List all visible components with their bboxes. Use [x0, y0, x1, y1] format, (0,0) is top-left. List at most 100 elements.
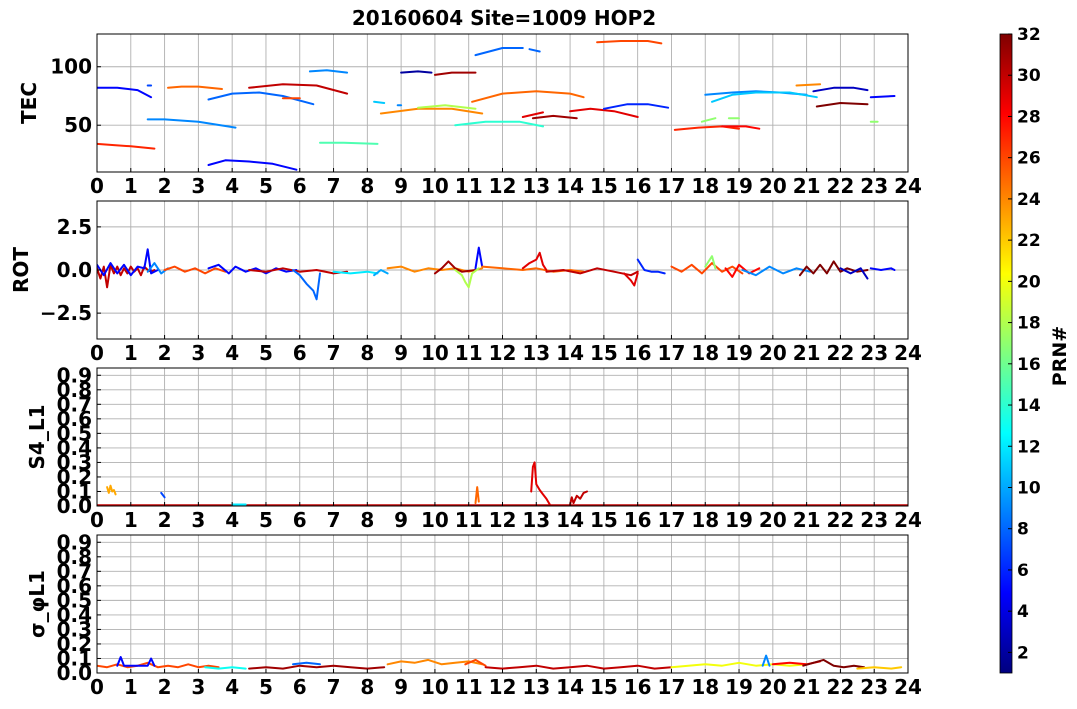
x-tick-label: 15: [590, 675, 618, 699]
colorbar-tick-label: 22: [1017, 231, 1041, 251]
colorbar-tick-label: 24: [1017, 190, 1041, 210]
panel-2: 0 1 2 3 4 5 6 7 8 9 10 11 12 13 14 15 16 17 18 19 20 21 22 23 24…: [9, 200, 922, 365]
series-group: [97, 40, 896, 171]
colorbar-tick-label: 14: [1017, 396, 1041, 416]
series-line-prn-15: [319, 141, 379, 145]
series-line-prn-10: [373, 269, 389, 277]
series-line-prn-25: [471, 90, 585, 103]
x-tick-label: 16: [624, 174, 652, 198]
x-tick-label: 4: [225, 174, 239, 198]
series-line-prn-6: [636, 258, 666, 275]
x-tick-label: 17: [658, 508, 686, 532]
x-tick-label: 24: [894, 675, 922, 699]
series-group: [97, 654, 903, 670]
series-line-prn-31: [248, 664, 386, 670]
x-tick-label: 13: [522, 174, 550, 198]
x-tick-label: 6: [293, 508, 307, 532]
x-tick-label: 24: [894, 341, 922, 365]
series-line-prn-8: [292, 269, 321, 301]
y-tick-label: 2.5: [57, 215, 92, 239]
x-tick-label: 20: [759, 508, 787, 532]
x-tick-label: 24: [894, 174, 922, 198]
x-tick-label: 4: [225, 341, 239, 365]
x-tick-label: 22: [826, 341, 854, 365]
x-tick-label: 2: [158, 341, 172, 365]
y-tick-labels: 0.00.10.20.30.40.50.60.70.80.9: [57, 363, 101, 518]
x-tick-label: 17: [658, 675, 686, 699]
y-axis-label: TEC: [17, 82, 41, 124]
x-tick-label: 13: [522, 675, 550, 699]
x-tick-label: 14: [556, 174, 584, 198]
x-tick-label: 19: [725, 341, 753, 365]
x-tick-label: 0: [90, 174, 104, 198]
x-tick-label: 17: [658, 174, 686, 198]
y-tick-labels: 0.00.10.20.30.40.50.60.70.80.9: [57, 530, 101, 685]
colorbar-label: PRN#: [1049, 326, 1071, 386]
series-line-prn-32: [798, 260, 869, 277]
x-tick-label: 7: [327, 675, 341, 699]
y-tick-label: 50: [64, 113, 92, 137]
series-line-prn-6: [602, 103, 670, 110]
colorbar-tick-label: 26: [1017, 149, 1041, 169]
x-tick-label: 9: [394, 675, 408, 699]
x-tick-label: 10: [421, 174, 449, 198]
series-line-prn-13: [204, 666, 247, 670]
x-tick-label: 8: [360, 508, 374, 532]
x-tick-label: 11: [455, 508, 483, 532]
x-tick-label: 11: [455, 675, 483, 699]
colorbar-tick-label: 20: [1017, 272, 1041, 292]
x-tick-label: 1: [124, 508, 138, 532]
series-line-prn-31: [433, 71, 477, 76]
x-tick-label: 21: [793, 341, 821, 365]
x-tick-label: 7: [327, 508, 341, 532]
x-tick-label: 21: [793, 675, 821, 699]
y-tick-labels: 50 100: [50, 55, 101, 137]
x-tick-label: 5: [259, 174, 273, 198]
x-tick-label: 3: [191, 675, 205, 699]
x-tick-label: 19: [725, 675, 753, 699]
x-tick-label: 18: [691, 174, 719, 198]
x-tick-label: 5: [259, 341, 273, 365]
panel-3: 0 1 2 3 4 5 6 7 8 9 10 11 12 13 14 15 16 17 18 19 20 21 22 23 24…: [25, 363, 922, 532]
x-tick-label: 23: [860, 675, 888, 699]
x-tick-label: 15: [590, 341, 618, 365]
x-tick-label: 16: [624, 341, 652, 365]
figure: 20160604 Site=1009 HOP2 0 1 2 3 4 5 6 7 8 9 10 11 12…: [9, 6, 1071, 699]
x-tick-label: 2: [158, 174, 172, 198]
colorbar-gradient: [999, 33, 1013, 674]
series-line-prn-32: [802, 658, 866, 669]
series-line-prn-31: [433, 260, 477, 275]
x-tick-label: 10: [421, 341, 449, 365]
series-line-prn-9: [308, 69, 349, 74]
colorbar-tick-label: 4: [1017, 602, 1029, 622]
x-tick-label: 23: [860, 174, 888, 198]
x-tick-label: 0: [90, 508, 104, 532]
series-line-prn-26: [97, 661, 220, 669]
series-line-prn-32: [815, 102, 869, 108]
x-tick-label: 9: [394, 174, 408, 198]
series-line-prn-22: [856, 666, 903, 670]
colorbar-tick-label: 6: [1017, 561, 1029, 581]
grid: [96, 368, 909, 507]
x-tick-label: 19: [725, 174, 753, 198]
x-tick-label: 3: [191, 341, 205, 365]
grid: [96, 535, 909, 674]
x-tick-label: 6: [293, 341, 307, 365]
colorbar-tick-label: 16: [1017, 355, 1041, 375]
x-tick-label: 11: [455, 174, 483, 198]
x-tick-label: 16: [624, 675, 652, 699]
x-tick-label: 13: [522, 508, 550, 532]
y-tick-labels: −2.5 0.0 2.5: [40, 215, 101, 325]
y-axis-label: S4_L1: [25, 405, 49, 470]
x-tick-label: 2: [158, 508, 172, 532]
colorbar: 2468101214161820222426283032 PRN#: [999, 25, 1071, 674]
series-line-prn-11: [373, 100, 386, 104]
x-tick-label: 14: [556, 675, 584, 699]
x-tick-label: 13: [522, 341, 550, 365]
series-line-prn-24: [379, 107, 484, 115]
x-tick-label: 9: [394, 341, 408, 365]
series-line-prn-5: [474, 246, 484, 270]
colorbar-tick-label: 10: [1017, 478, 1041, 498]
x-tick-label: 23: [860, 508, 888, 532]
series-line-prn-5: [207, 159, 298, 171]
